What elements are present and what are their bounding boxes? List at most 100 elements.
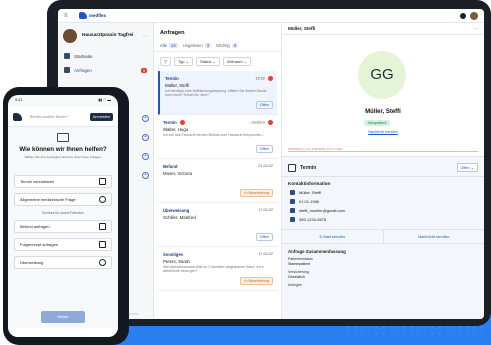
- star-icon: [290, 199, 295, 204]
- send-message-link[interactable]: Nachricht senden: [282, 130, 484, 134]
- message-send-button[interactable]: Nachricht senden: [384, 230, 485, 243]
- filter-zeitraum[interactable]: Zeitraum ⌄: [222, 57, 252, 66]
- service-label: Termin vereinbaren: [20, 179, 55, 184]
- status-badge: Offen: [255, 101, 273, 109]
- patient-name: Peters, Sarah: [163, 259, 190, 264]
- panel-title: Anfragen: [160, 30, 185, 36]
- message-icon: [57, 133, 69, 142]
- sidebar-item-startseite[interactable]: Startseite: [58, 49, 153, 63]
- request-card[interactable]: Termin 13:02 Müller, Steffi Ich benötige…: [158, 71, 277, 115]
- contact-name-text: Müller, Steffi: [299, 190, 321, 195]
- status-select-value: Offen: [460, 166, 470, 170]
- request-preview: Wie Aufnahmepraxis bitte zu 2 Monaten ab…: [163, 265, 264, 273]
- add-circle-icon[interactable]: +: [142, 153, 149, 160]
- request-card[interactable]: Überweisung 17.04.22 Schiller, Manfred O…: [158, 203, 277, 247]
- request-date: 17.04.22: [258, 208, 273, 212]
- filter-typ[interactable]: Typ ⌄: [174, 57, 193, 66]
- avatar[interactable]: [470, 11, 478, 20]
- urgent-icon: [268, 120, 273, 125]
- brand-name: medflex: [89, 13, 107, 18]
- contact-email-text: steffi_mueller@gmail.com: [299, 208, 346, 213]
- service-label: Allgemeine medizinische Frage: [20, 197, 76, 202]
- tab-wichtig[interactable]: Wichtig 4: [216, 43, 239, 48]
- login-button[interactable]: Anmelden: [89, 112, 113, 121]
- bell-icon[interactable]: [460, 12, 466, 19]
- contact-phone-text: 089-1234-5678: [299, 217, 327, 222]
- field-value: Stammpatient: [288, 262, 311, 266]
- continue-button[interactable]: Weiter: [41, 311, 85, 323]
- request-list-panel: Anfragen Alle 14 Ungelesen 3 Wichtig 4 ▽ Ty…: [154, 23, 282, 319]
- request-type: Sonstiges: [163, 252, 184, 257]
- appointment-header: Termin Offen ⌄: [282, 157, 484, 177]
- add-circle-icon[interactable]: +: [142, 134, 149, 141]
- service-ueberweisung-button[interactable]: Überweisung: [14, 256, 112, 269]
- request-date-text: 13:02: [255, 76, 265, 81]
- service-label: Befund anfragen: [20, 224, 50, 229]
- contact-title: Kontaktinformation: [288, 181, 331, 186]
- status-badge: Offen: [255, 233, 273, 241]
- request-card[interactable]: Befund 21.04.22 Moser, Victoria In Bearb…: [158, 159, 277, 203]
- service-befund-button[interactable]: Befund anfragen: [14, 220, 112, 233]
- tab-label: Wichtig: [216, 43, 230, 48]
- urgent-icon: [268, 76, 273, 81]
- add-circle-icon[interactable]: +: [142, 115, 149, 122]
- tab-label: Alle: [160, 43, 167, 48]
- inbox-icon: [64, 67, 70, 73]
- phone-bottom-bar: [8, 328, 118, 337]
- more-icon[interactable]: ···: [143, 33, 148, 39]
- detail-title: Müller, Steffi: [288, 26, 316, 31]
- request-date: 21.04.22: [258, 164, 273, 168]
- request-type-text: Termin: [163, 120, 177, 125]
- patient-name: Müller, Steffi: [165, 83, 190, 88]
- filter-icon[interactable]: ▽: [160, 57, 172, 66]
- question-icon: [99, 196, 106, 203]
- contact-birthdate-text: 01.01.1986: [299, 199, 320, 204]
- phone-time: 9:41: [15, 98, 23, 102]
- phone-icon: [290, 217, 295, 222]
- sidebar-item-anfragen[interactable]: Anfragen 3: [58, 63, 153, 77]
- request-type: Überweisung: [163, 208, 190, 213]
- status-badge: In Bearbeitung: [240, 189, 273, 197]
- contact-name: Müller, Steffi: [282, 188, 484, 197]
- request-date: 13:02: [255, 76, 273, 81]
- status-select[interactable]: Offen ⌄: [456, 163, 478, 172]
- add-circle-icon[interactable]: +: [142, 172, 149, 179]
- tab-alle[interactable]: Alle 14: [160, 43, 178, 48]
- service-frage-button[interactable]: Allgemeine medizinische Frage: [14, 193, 112, 206]
- action-buttons: E-Mail senden Nachricht senden: [282, 229, 484, 244]
- email-send-button[interactable]: E-Mail senden: [282, 230, 384, 243]
- brand-logo[interactable]: medflex: [79, 12, 106, 19]
- phone-hero: Wie können wir Ihnen helfen? Wählen Sie …: [8, 133, 118, 167]
- summary-title: Anfrage Zusammenfassung: [288, 249, 346, 254]
- request-card[interactable]: Termin Gestern Walter, Hugo Ich soll lau…: [158, 115, 277, 159]
- request-card[interactable]: Sonstiges 17.04.22 Peters, Sarah Wie Auf…: [158, 247, 277, 291]
- prescription-icon: [99, 241, 106, 248]
- phone-subheading: Wählen Sie Ihre benötigten Services unte…: [24, 155, 102, 159]
- appointment-section: Termin Offen ⌄ Kontaktinformation Müller…: [282, 156, 484, 319]
- more-icon[interactable]: ···: [473, 26, 478, 31]
- filter-status[interactable]: Status ⌄: [196, 57, 220, 66]
- tab-count: 3: [204, 43, 212, 48]
- contact-phone[interactable]: 089-1234-5678: [282, 215, 484, 224]
- service-termin-button[interactable]: Termin vereinbaren: [14, 175, 112, 188]
- referral-icon: [99, 259, 106, 266]
- contact-email[interactable]: steffi_mueller@gmail.com: [282, 206, 484, 215]
- request-date-text: Gestern: [251, 120, 265, 125]
- request-preview: Ich benötige eine Auffrischungsimpfung. …: [165, 89, 267, 97]
- tab-count: 14: [168, 43, 178, 48]
- patient-name: Schiller, Manfred: [163, 215, 196, 220]
- tab-label: Ungelesen: [182, 43, 203, 48]
- sidebar-item-label: Startseite: [74, 53, 93, 59]
- hamburger-icon[interactable]: ≡: [64, 13, 71, 19]
- practice-header[interactable]: Hausarztpraxis Tagfrei ···: [58, 23, 153, 49]
- tab-ungelesen[interactable]: Ungelesen 3: [182, 43, 212, 48]
- section-title: Termin: [300, 164, 317, 171]
- filter-bar: ▽ Typ ⌄ Status ⌄ Zeitraum ⌄: [154, 52, 281, 71]
- filter-tabs: Alle 14 Ungelesen 3 Wichtig 4: [154, 40, 281, 52]
- signal-icon: ▮▮ ◠ ▬: [98, 98, 111, 102]
- field-label: Anliegen: [288, 283, 302, 287]
- status-badge: Offen: [255, 145, 273, 153]
- service-rezept-button[interactable]: Folgerezept anfragen: [14, 238, 112, 251]
- status-badge: In Bearbeitung: [240, 277, 273, 285]
- service-label: Folgerezept anfragen: [20, 242, 59, 247]
